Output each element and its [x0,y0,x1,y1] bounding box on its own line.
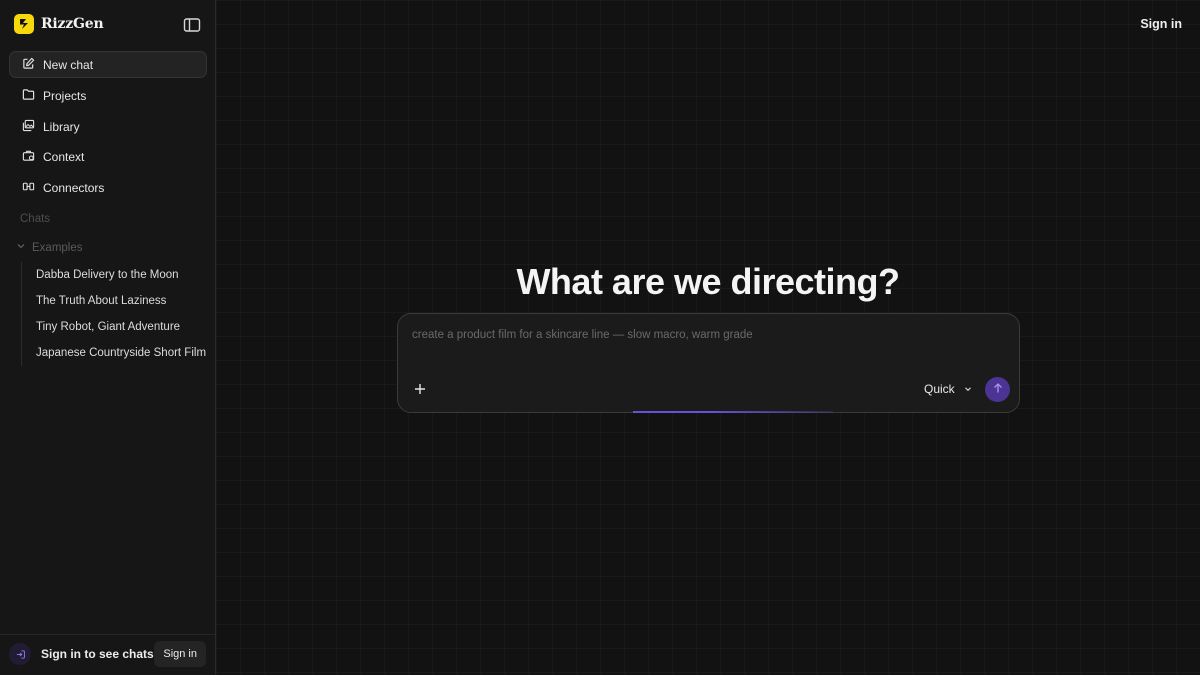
examples-toggle[interactable]: Examples [16,241,83,254]
example-item[interactable]: Tiny Robot, Giant Adventure [22,314,211,340]
nav-context[interactable]: Context [9,144,207,170]
chevron-down-icon [16,241,26,254]
app-root: RizzGen New chat Projects Library Contex… [0,0,1200,675]
nav-connectors[interactable]: Connectors [9,175,207,201]
rizzgen-logo-icon [14,14,34,34]
nav-label: New chat [43,57,94,72]
sidebar-nav: New chat Projects Library Context Connec… [9,51,207,205]
nav-projects[interactable]: Projects [9,83,207,109]
brand[interactable]: RizzGen [14,14,104,34]
sidebar-sign-in-button[interactable]: Sign in [154,641,206,667]
header-sign-in-link[interactable]: Sign in [1140,17,1182,31]
briefcase-icon [22,149,35,165]
example-item[interactable]: Dabba Delivery to the Moon [22,262,211,288]
images-icon [22,119,35,135]
folder-icon [22,88,35,104]
nav-new-chat[interactable]: New chat [9,51,207,78]
arrow-up-icon [992,381,1004,399]
example-item[interactable]: Japanese Countryside Short Film [22,340,211,366]
examples-list: Dabba Delivery to the Moon The Truth Abo… [21,262,211,366]
mode-label: Quick [924,382,955,396]
nav-label: Connectors [43,180,105,195]
plus-icon[interactable] [412,381,428,397]
chevron-down-icon [964,382,972,396]
nav-library[interactable]: Library [9,114,207,140]
sidebar: RizzGen New chat Projects Library Contex… [0,0,216,675]
page-headline: What are we directing? [516,261,900,302]
mode-select[interactable]: Quick [924,382,972,396]
connector-icon [22,180,35,196]
sign-in-icon [9,643,31,665]
brand-name: RizzGen [41,16,104,32]
example-item[interactable]: The Truth About Laziness [22,288,211,314]
footer-prompt: Sign in to see chats [41,647,154,661]
edit-icon [22,57,35,73]
nav-label: Projects [43,89,87,103]
chats-section-label: Chats [20,213,51,225]
send-button[interactable] [985,377,1010,402]
sidebar-footer: Sign in to see chats Sign in [0,634,215,675]
examples-label: Examples [32,241,83,254]
nav-label: Library [43,119,80,134]
nav-label: Context [43,150,85,164]
prompt-input[interactable] [412,329,1002,353]
prompt-composer: Quick [397,313,1020,413]
composer-glow-line [633,411,833,413]
sidebar-toggle-icon[interactable] [183,17,201,33]
main-area: Sign in What are we directing? Quick [216,0,1200,675]
